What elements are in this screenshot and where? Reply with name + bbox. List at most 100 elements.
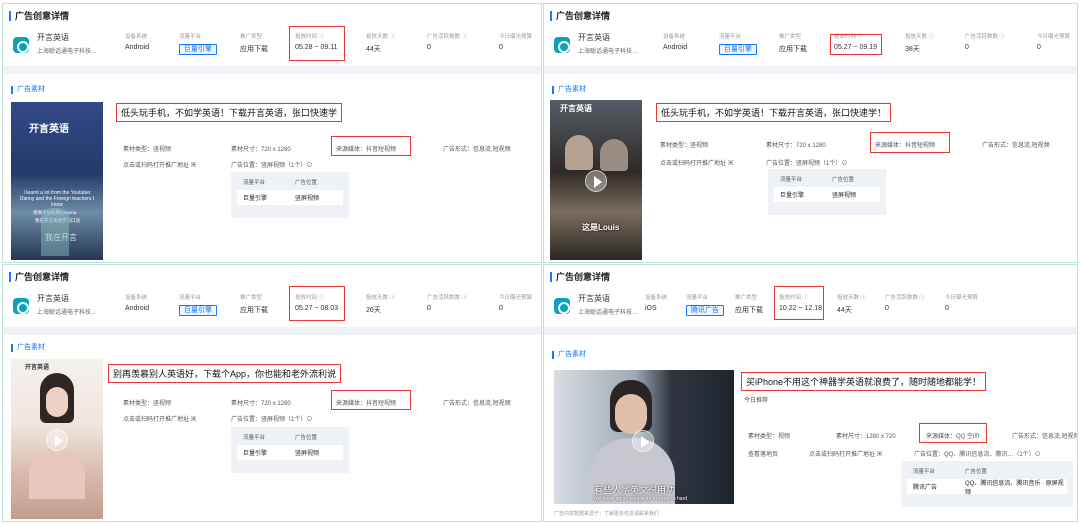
- label-active: 广告活跃数数 ⓘ: [965, 34, 1006, 40]
- app-logo-icon: [13, 37, 29, 53]
- landing-page-link[interactable]: 查看落地页: [748, 449, 778, 458]
- person-shape-2: [600, 139, 628, 171]
- label-type: 推广类型: [240, 34, 263, 40]
- material-title: 广告素材: [11, 344, 45, 352]
- material-title: 广告素材: [552, 86, 586, 94]
- label-active: 广告活跃数数 ⓘ: [885, 295, 926, 301]
- table-header: 流量平台 广告位置: [774, 175, 880, 183]
- placement-table: 流量平台 广告位置 巨量引擎 竖屏视频: [768, 169, 886, 215]
- company-name: 上海聪话通电子科技…: [37, 310, 98, 316]
- app-name: 开言英语: [37, 33, 69, 42]
- company-name: 上海聪话通电子科技…: [37, 49, 98, 55]
- label-platform: 流量平台: [719, 34, 742, 40]
- highlight-box: [289, 286, 345, 321]
- app-name: 开言英语: [37, 294, 69, 303]
- table-header-platform: 流量平台: [780, 177, 803, 183]
- meta-position[interactable]: 广告位置：竖屏视频（1个）⊙: [231, 414, 312, 423]
- creative-detail-card: 广告创意详情 开言英语 上海聪话通电子科技… 设备系统 iOS 流量平台 腾讯广…: [544, 265, 1077, 327]
- cell-position: 竖屏视频: [832, 193, 857, 199]
- placement-table: 流量平台 广告位置 巨量引擎 竖屏视频: [231, 427, 349, 473]
- table-row: 腾讯广告 QQ、腾讯信息流、腾讯音乐 · 原屏视频: [907, 479, 1067, 496]
- table-header-position: 广告位置: [832, 177, 855, 183]
- landing-link[interactable]: 点击或扫码打开推广地址 ▣: [123, 414, 197, 423]
- play-icon[interactable]: [632, 430, 654, 452]
- meta-position[interactable]: 广告位置：QQ、腾讯信息流、腾讯…（1个）⊙: [914, 449, 1041, 458]
- table-row: 巨量引擎 竖屏视频: [774, 187, 880, 202]
- ad-headline: 低头玩手机，不如学英语！下载开言英语，张口快速学: [116, 103, 343, 122]
- play-icon[interactable]: [46, 429, 68, 451]
- statue-shape: [41, 208, 69, 256]
- value-type: 应用下载: [240, 307, 268, 314]
- ad-video-thumbnail[interactable]: 开言英语 这是Louis: [550, 100, 642, 260]
- meta-position[interactable]: 广告位置：竖屏视频（1个）⊙: [766, 158, 847, 167]
- table-header: 流量平台 广告位置: [237, 178, 343, 186]
- material-title: 广告素材: [552, 351, 586, 359]
- video-brand-text: 开言英语: [29, 124, 69, 135]
- app-logo-icon: [13, 298, 29, 314]
- ad-headline: 别再羡慕别人英语好，下载个App，你也能和老外流利说: [108, 364, 342, 383]
- material-title: 广告素材: [11, 86, 45, 94]
- meta-format: 广告形式：信息流,短视频: [443, 401, 511, 407]
- table-header-position: 广告位置: [295, 435, 318, 441]
- meta-type: 素材类型：竖视频: [123, 401, 172, 407]
- meta-format: 广告形式：信息流,短视频: [443, 147, 511, 153]
- landing-link[interactable]: 点击或扫码打开推广地址 ▣: [660, 158, 734, 167]
- cell-platform: 巨量引擎: [243, 451, 268, 457]
- cell-platform: 巨量引擎: [780, 193, 805, 199]
- label-days: 投放天数 ⓘ: [905, 34, 935, 40]
- table-row: 巨量引擎 竖屏视频: [237, 190, 343, 205]
- table-header: 流量平台 广告位置: [907, 467, 1067, 475]
- video-caption: I learnt a lot from the Youtuber Danny a…: [19, 190, 95, 208]
- value-days: 44天: [837, 307, 852, 314]
- meta-size: 素材尺寸：720 x 1280: [231, 147, 291, 153]
- detail-title: 广告创意详情: [9, 11, 69, 21]
- person-shape: [565, 135, 593, 170]
- value-os: Android: [125, 305, 150, 312]
- label-platform: 流量平台: [179, 295, 202, 301]
- value-type: 应用下载: [779, 46, 807, 53]
- ad-panel-3: 广告创意详情 开言英语 上海聪话通电子科技… 设备系统 Android 流量平台…: [2, 264, 542, 522]
- value-active: 0: [965, 44, 969, 51]
- value-platform: 巨量引擎: [179, 44, 217, 55]
- company-name: 上海聪话通电子科技…: [578, 310, 639, 316]
- landing-link[interactable]: 点击或扫码打开推广地址 ▣: [123, 160, 197, 169]
- meta-type: 素材类型：竖视频: [123, 147, 172, 153]
- ad-video-thumbnail[interactable]: 开言英语: [11, 359, 103, 519]
- table-header: 流量平台 广告位置: [237, 433, 343, 441]
- label-platform: 流量平台: [179, 34, 202, 40]
- landing-link[interactable]: 点击或扫码打开推广地址 ▣: [809, 449, 883, 458]
- section-separator: [3, 327, 541, 335]
- table-header-platform: 流量平台: [913, 469, 936, 475]
- ad-subline: 今日推荐: [744, 398, 769, 404]
- label-type: 推广类型: [735, 295, 758, 301]
- label-os: 设备系统: [663, 34, 686, 40]
- screenshot-grid: 广告创意详情 开言英语 上海聪话通电子科技… 设备系统 Android 流量平台…: [0, 0, 1080, 524]
- data-source-note: 广告内容数据来源于：了解更多信息请联系我们: [554, 511, 660, 517]
- ad-video-thumbnail[interactable]: 开言英语 I learnt a lot from the Youtuber Da…: [11, 102, 103, 260]
- platform-chip: 巨量引擎: [719, 44, 757, 55]
- meta-position[interactable]: 广告位置：竖屏视频（1个）⊙: [231, 160, 312, 169]
- shoulder-shape: [29, 447, 85, 499]
- section-separator: [544, 66, 1077, 74]
- video-subtitle-en: You know some people try to work so hard: [593, 496, 688, 502]
- label-active: 广告活跃数数 ⓘ: [427, 295, 468, 301]
- play-icon[interactable]: [585, 170, 607, 192]
- label-type: 推广类型: [240, 295, 263, 301]
- label-os: 设备系统: [125, 34, 148, 40]
- value-active: 0: [427, 44, 431, 51]
- detail-title: 广告创意详情: [550, 272, 610, 282]
- cell-position: QQ、腾讯信息流、腾讯音乐 · 原屏视频: [965, 480, 1064, 496]
- video-brand-text: 开言英语: [25, 365, 50, 371]
- platform-chip: 巨量引擎: [179, 44, 217, 55]
- label-active: 广告活跃数数 ⓘ: [427, 34, 468, 40]
- cell-position: 竖屏视频: [295, 451, 320, 457]
- value-type: 应用下载: [735, 307, 763, 314]
- company-name: 上海聪话通电子科技…: [578, 49, 639, 55]
- ad-video-thumbnail[interactable]: 有些人学英文很用功 You know some people try to wo…: [554, 370, 734, 504]
- value-os: iOS: [645, 305, 657, 312]
- label-os: 设备系统: [125, 295, 148, 301]
- meta-size: 素材尺寸：720 x 1280: [766, 143, 826, 149]
- ad-panel-4: 广告创意详情 开言英语 上海聪话通电子科技… 设备系统 iOS 流量平台 腾讯广…: [543, 264, 1078, 522]
- cell-platform: 巨量引擎: [243, 196, 268, 202]
- label-budget: 今日曝光预算: [499, 295, 533, 301]
